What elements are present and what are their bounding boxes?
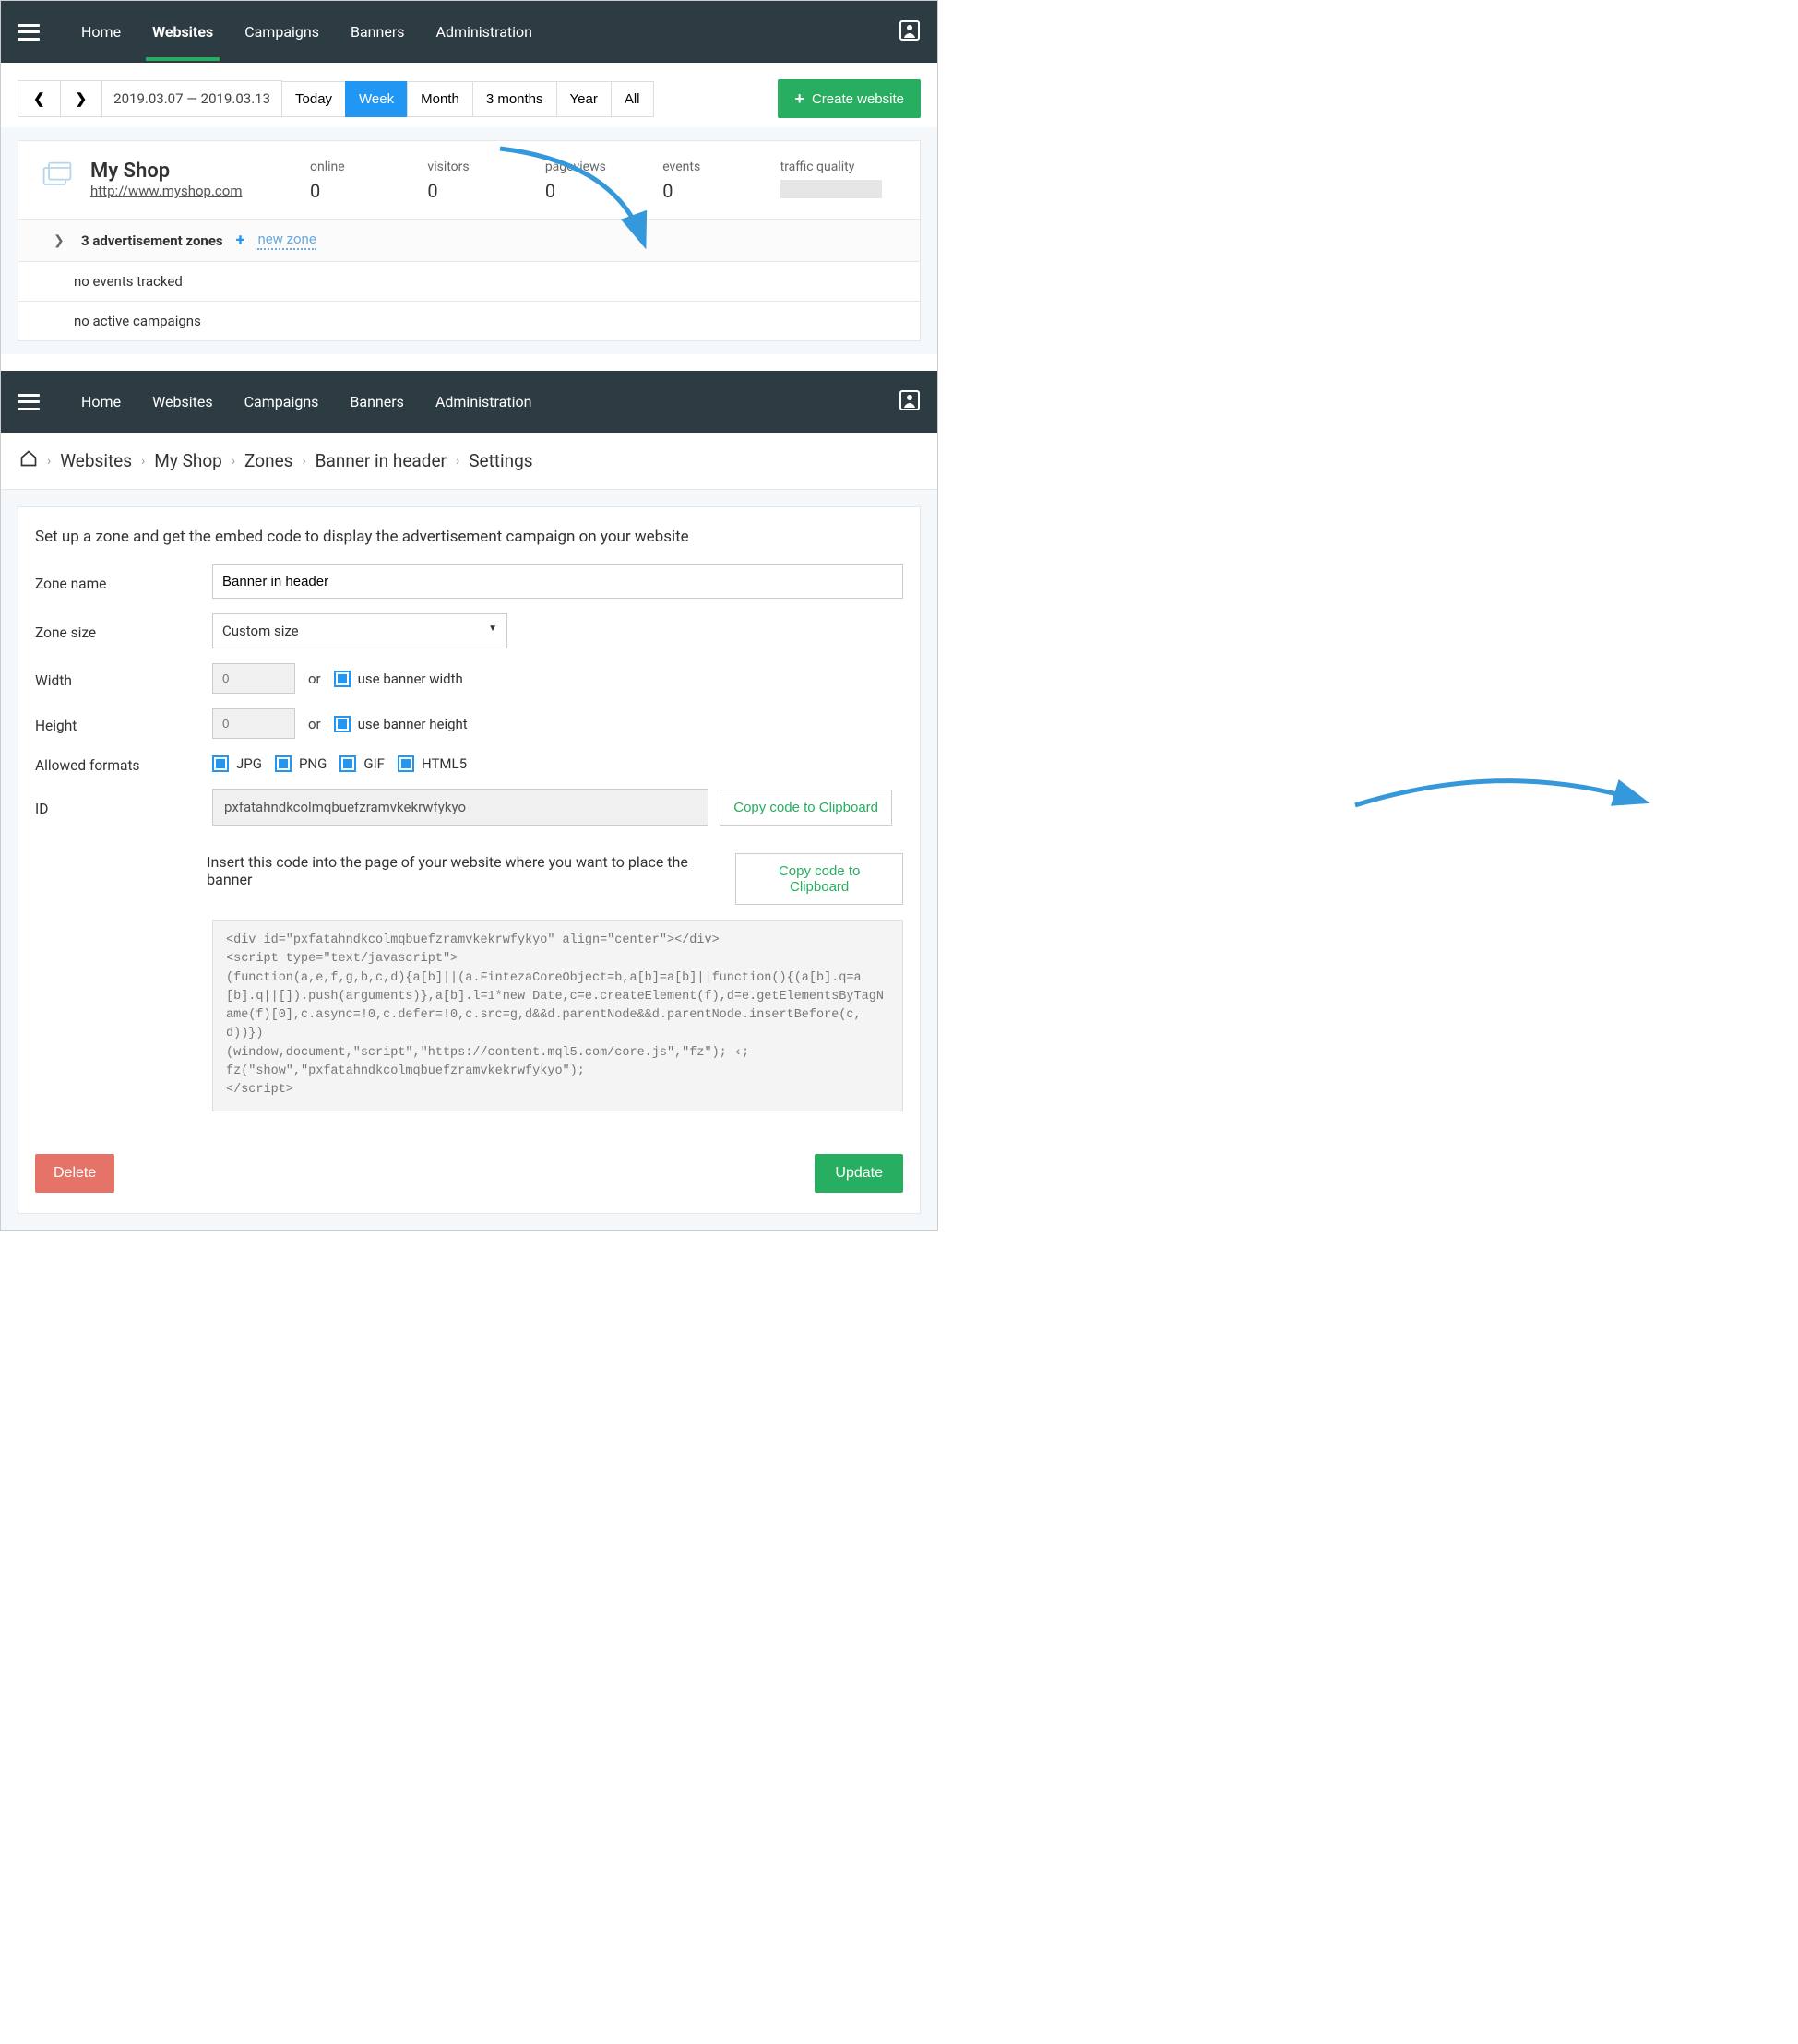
settings-card: Set up a zone and get the embed code to … [18,506,921,1214]
use-banner-width-checkbox[interactable] [334,671,351,687]
date-range-display[interactable]: 2019.03.07 — 2019.03.13 [101,80,282,117]
user-icon[interactable] [899,19,921,45]
format-html5-checkbox[interactable] [398,755,414,772]
crumb-myshop[interactable]: My Shop [154,450,222,471]
date-toolbar: ❮ ❯ 2019.03.07 — 2019.03.13 Today Week M… [1,63,937,127]
nav-administration[interactable]: Administration [421,3,549,61]
delete-button[interactable]: Delete [35,1154,114,1193]
no-events-row: no events tracked [18,261,920,301]
stat-label-events: events [662,160,780,174]
zones-row[interactable]: ❯ 3 advertisement zones + new zone [18,219,920,261]
chevron-right-icon: › [47,454,51,469]
format-jpg-checkbox[interactable] [212,755,229,772]
nav2-administration[interactable]: Administration [420,373,548,431]
zone-name-input[interactable] [212,564,903,599]
new-zone-link[interactable]: new zone [257,231,316,250]
traffic-quality-label: traffic quality [780,160,898,174]
height-label: Height [35,714,201,734]
range-today[interactable]: Today [281,81,346,117]
spacer [35,920,201,1111]
website-icon [41,160,74,193]
zone-size-label: Zone size [35,621,201,641]
zone-name-label: Zone name [35,572,201,592]
nav-banners[interactable]: Banners [335,3,421,61]
range-month[interactable]: Month [407,81,473,117]
stat-value-pageviews: 0 [545,180,662,202]
user-icon[interactable] [899,389,921,415]
use-banner-height-checkbox[interactable] [334,716,351,732]
nav-home[interactable]: Home [65,3,137,61]
add-zone-plus-icon[interactable]: + [236,231,245,250]
spacer [35,853,196,857]
create-website-button[interactable]: + Create website [778,79,921,118]
stat-value-online: 0 [310,180,427,202]
crumb-settings: Settings [469,450,532,471]
traffic-quality-bar [780,180,882,198]
no-campaigns-row: no active campaigns [18,301,920,340]
use-banner-height-label: use banner height [358,716,468,732]
ad-zones-label: 3 advertisement zones [81,232,223,249]
use-banner-width-label: use banner width [358,671,463,687]
crumb-zones[interactable]: Zones [244,450,292,471]
format-jpg-label: JPG [236,755,262,772]
nav2-banners[interactable]: Banners [334,373,420,431]
width-label: Width [35,669,201,689]
format-gif-label: GIF [363,755,385,772]
nav2-websites[interactable]: Websites [137,373,229,431]
prev-range-button[interactable]: ❮ [18,80,61,117]
copy-code-button[interactable]: Copy code to Clipboard [735,853,903,905]
range-3months[interactable]: 3 months [472,81,557,117]
range-all[interactable]: All [611,81,654,117]
range-week[interactable]: Week [345,81,408,117]
width-input[interactable] [212,663,295,694]
site-title: My Shop [90,160,293,183]
nav2-campaigns[interactable]: Campaigns [229,373,335,431]
format-gif-checkbox[interactable] [339,755,356,772]
format-png-label: PNG [299,755,327,772]
embed-code-box[interactable]: <div id="pxfatahndkcolmqbuefzramvkekrwfy… [212,920,903,1111]
chevron-right-icon: › [302,454,305,469]
zone-size-select[interactable]: Custom size [212,613,507,648]
nav-campaigns[interactable]: Campaigns [229,3,335,61]
stat-value-visitors: 0 [427,180,544,202]
nav2-home[interactable]: Home [65,373,137,431]
plus-icon: + [794,90,804,107]
stat-value-events: 0 [662,180,780,202]
home-icon[interactable] [19,449,38,472]
chevron-right-icon: ❯ [54,233,68,248]
stat-label-online: online [310,160,427,174]
id-label: ID [35,797,201,817]
height-input[interactable] [212,708,295,739]
create-website-label: Create website [812,91,904,107]
crumb-websites[interactable]: Websites [60,450,132,471]
menu-icon[interactable] [18,391,40,413]
or-text: or [308,671,321,687]
site-url[interactable]: http://www.myshop.com [90,183,242,199]
site-card: My Shop http://www.myshop.com online0 vi… [18,140,921,341]
zone-id-display: pxfatahndkcolmqbuefzramvkekrwfykyo [212,789,708,826]
secondary-nav: Home Websites Campaigns Banners Administ… [1,371,937,433]
copy-id-button[interactable]: Copy code to Clipboard [720,790,892,826]
format-png-checkbox[interactable] [275,755,292,772]
nav-websites[interactable]: Websites [137,3,229,61]
menu-icon[interactable] [18,21,40,43]
stat-label-pageviews: pageviews [545,160,662,174]
chevron-right-icon: › [456,454,459,469]
chevron-right-icon: › [141,454,145,469]
or-text: or [308,716,321,732]
stat-label-visitors: visitors [427,160,544,174]
next-range-button[interactable]: ❯ [60,80,103,117]
top-nav: Home Websites Campaigns Banners Administ… [1,1,937,63]
chevron-right-icon: › [232,454,235,469]
allowed-formats-label: Allowed formats [35,754,201,774]
settings-title: Set up a zone and get the embed code to … [35,528,903,546]
crumb-banner[interactable]: Banner in header [316,450,447,471]
breadcrumb: › Websites › My Shop › Zones › Banner in… [1,433,937,490]
format-html5-label: HTML5 [422,755,467,772]
range-year[interactable]: Year [556,81,612,117]
insert-instruction: Insert this code into the page of your w… [207,853,724,888]
update-button[interactable]: Update [815,1154,903,1193]
